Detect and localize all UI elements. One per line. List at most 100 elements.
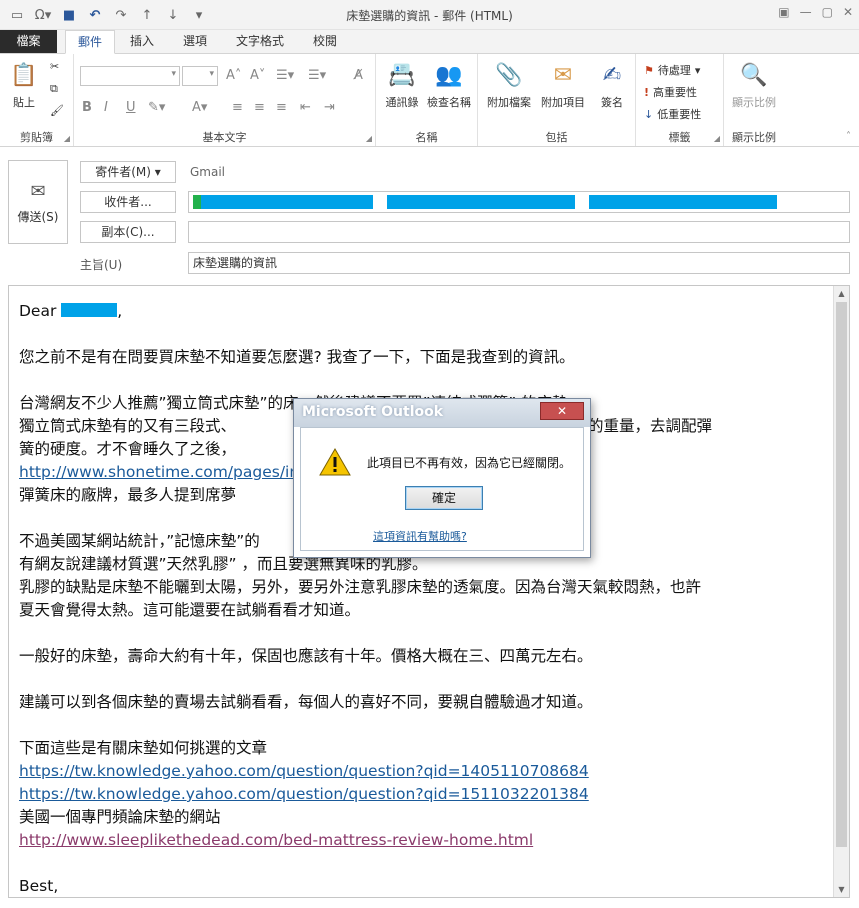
- attach-file-button[interactable]: 📎 附加檔案: [482, 60, 536, 110]
- to-button[interactable]: 收件者...: [80, 191, 176, 213]
- body-line: https://tw.knowledge.yahoo.com/question/…: [19, 760, 819, 783]
- link-yahoo-1[interactable]: https://tw.knowledge.yahoo.com/question/…: [19, 762, 589, 780]
- signature-button[interactable]: ✍ 簽名: [592, 60, 632, 110]
- ribbon-tabs: 檔案 郵件 插入 選項 文字格式 校閱: [0, 30, 859, 54]
- clipboard-icon: 📋: [10, 62, 38, 88]
- check-names-button[interactable]: 👥 檢查名稱: [422, 60, 476, 110]
- link-shonetime[interactable]: http://www.shonetime.com/pages/in: [19, 463, 299, 481]
- underline-icon[interactable]: U: [126, 100, 136, 115]
- increase-indent-icon[interactable]: ⇥: [324, 100, 335, 115]
- group-tags: ⚑ 待處理 ▾ ! 高重要性 ↓ 低重要性 標籤 ◢: [636, 54, 724, 146]
- scroll-up-icon[interactable]: ▲: [834, 286, 849, 301]
- follow-up-button[interactable]: ⚑ 待處理 ▾: [644, 62, 700, 78]
- align-right-icon[interactable]: ≡: [276, 100, 287, 115]
- shrink-font-icon[interactable]: A˅: [250, 68, 265, 83]
- zoom-button[interactable]: 🔍 顯示比例: [726, 60, 782, 110]
- ribbon-display-icon[interactable]: ▣: [778, 5, 789, 19]
- subject-label: 主旨(U): [80, 258, 123, 272]
- subject-field[interactable]: 床墊選購的資訊: [188, 252, 850, 274]
- collapse-ribbon-icon[interactable]: ˄: [846, 131, 851, 142]
- close-icon[interactable]: ✕: [843, 5, 853, 19]
- address-book-button[interactable]: 📇 通訊錄: [380, 60, 424, 110]
- from-button[interactable]: 寄件者(M) ▾: [80, 161, 176, 183]
- launcher-icon[interactable]: ◢: [366, 134, 372, 143]
- redaction: [193, 195, 201, 209]
- ok-button[interactable]: 確定: [405, 486, 483, 510]
- font-color-icon[interactable]: A▾: [192, 100, 207, 115]
- group-clipboard: 📋 貼上 ✂ ⧉ 🖌 剪貼簿 ◢: [0, 54, 74, 146]
- flag-icon: ⚑: [644, 63, 654, 77]
- group-names: 📇 通訊錄 👥 檢查名稱 名稱: [376, 54, 478, 146]
- address-book-icon: 📇: [388, 62, 416, 88]
- body-line: https://tw.knowledge.yahoo.com/question/…: [19, 783, 819, 806]
- scroll-thumb[interactable]: [836, 302, 847, 847]
- clear-formatting-icon[interactable]: A̸: [354, 68, 363, 83]
- scroll-down-icon[interactable]: ▼: [834, 882, 849, 897]
- high-importance-button[interactable]: ! 高重要性: [644, 84, 697, 100]
- cut-icon[interactable]: ✂: [50, 60, 59, 73]
- group-basic-text: A˄ A˅ ☰▾ ☰▾ A̸ B I U ✎▾ A▾ ≡ ≡ ≡ ⇤ ⇥ 基本文…: [74, 54, 376, 146]
- paperclip-icon: 📎: [495, 62, 523, 88]
- group-include: 📎 附加檔案 ✉ 附加項目 ✍ 簽名 包括: [478, 54, 636, 146]
- bullets-icon[interactable]: ☰▾: [276, 68, 294, 83]
- redaction: [387, 195, 575, 209]
- arrow-down-icon: ↓: [644, 107, 654, 121]
- check-names-icon: 👥: [435, 62, 463, 88]
- tab-file[interactable]: 檔案: [0, 30, 57, 54]
- numbering-icon[interactable]: ☰▾: [308, 68, 326, 83]
- tab-message[interactable]: 郵件: [65, 30, 116, 54]
- help-link[interactable]: 這項資訊有幫助嗎?: [373, 528, 467, 544]
- redaction: [589, 195, 777, 209]
- italic-icon[interactable]: I: [104, 100, 108, 115]
- launcher-icon[interactable]: ◢: [714, 134, 720, 143]
- outlook-dialog: Microsoft Outlook ✕ 此項目已不再有效，因為它已經關閉。 確定…: [293, 398, 591, 558]
- title-bar: ▭ Ω▾ ■ ↶ ↷ ↑ ↓ ▾ 床墊選購的資訊 - 郵件 (HTML) ▣ —…: [0, 0, 859, 30]
- redaction: [61, 303, 118, 317]
- exclamation-icon: !: [644, 85, 650, 99]
- minimize-icon[interactable]: —: [800, 5, 812, 19]
- low-importance-button[interactable]: ↓ 低重要性: [644, 106, 701, 122]
- ribbon: 📋 貼上 ✂ ⧉ 🖌 剪貼簿 ◢ A˄ A˅ ☰▾ ☰▾ A̸ B I U ✎▾…: [0, 53, 859, 147]
- window-controls: ▣ — ▢ ✕: [778, 5, 853, 19]
- maximize-icon[interactable]: ▢: [822, 5, 833, 19]
- greeting-line: Dear ,: [19, 302, 123, 320]
- dialog-close-button[interactable]: ✕: [540, 402, 584, 420]
- send-button[interactable]: ✉ 傳送(S): [8, 160, 68, 244]
- send-icon: ✉: [30, 181, 46, 202]
- paste-button[interactable]: 📋 貼上: [6, 60, 42, 110]
- bold-icon[interactable]: B: [82, 100, 92, 115]
- font-name-combo[interactable]: [80, 66, 180, 86]
- envelope-icon: ✉: [553, 62, 573, 88]
- dialog-message: 此項目已不再有效，因為它已經關閉。: [367, 456, 572, 470]
- align-center-icon[interactable]: ≡: [254, 100, 265, 115]
- link-yahoo-2[interactable]: https://tw.knowledge.yahoo.com/question/…: [19, 785, 589, 803]
- vertical-scrollbar[interactable]: ▲ ▼: [833, 286, 849, 897]
- align-left-icon[interactable]: ≡: [232, 100, 243, 115]
- body-line: http://www.sleeplikethedead.com/bed-matt…: [19, 829, 819, 852]
- dialog-body: 此項目已不再有效，因為它已經關閉。 確定 這項資訊有幫助嗎?: [300, 427, 584, 551]
- cc-button[interactable]: 副本(C)...: [80, 221, 176, 243]
- signature-icon: ✍: [602, 62, 622, 88]
- redaction: [201, 195, 373, 209]
- message-content: Dear , 您之前不是有在問要買床墊不知道要怎麼選? 我查了一下，下面是我查到…: [19, 300, 819, 897]
- tab-insert[interactable]: 插入: [118, 30, 166, 54]
- group-zoom: 🔍 顯示比例 顯示比例: [724, 54, 784, 146]
- grow-font-icon[interactable]: A˄: [226, 68, 241, 83]
- magnifier-icon: 🔍: [740, 62, 768, 88]
- decrease-indent-icon[interactable]: ⇤: [300, 100, 311, 115]
- message-body[interactable]: Dear , 您之前不是有在問要買床墊不知道要怎麼選? 我查了一下，下面是我查到…: [8, 285, 850, 898]
- font-size-combo[interactable]: [182, 66, 218, 86]
- launcher-icon[interactable]: ◢: [64, 134, 70, 143]
- format-painter-icon[interactable]: 🖌: [50, 104, 64, 117]
- attach-item-button[interactable]: ✉ 附加項目: [536, 60, 590, 110]
- from-value: Gmail: [190, 165, 226, 179]
- link-sleeplikethedead[interactable]: http://www.sleeplikethedead.com/bed-matt…: [19, 831, 533, 849]
- highlight-icon[interactable]: ✎▾: [148, 100, 165, 115]
- cc-field[interactable]: [188, 221, 850, 243]
- window-title: 床墊選購的資訊 - 郵件 (HTML): [346, 9, 513, 23]
- tab-options[interactable]: 選項: [171, 30, 219, 54]
- tab-review[interactable]: 校閱: [301, 30, 349, 54]
- copy-icon[interactable]: ⧉: [50, 82, 58, 96]
- to-field[interactable]: [188, 191, 850, 213]
- tab-format-text[interactable]: 文字格式: [224, 30, 296, 54]
